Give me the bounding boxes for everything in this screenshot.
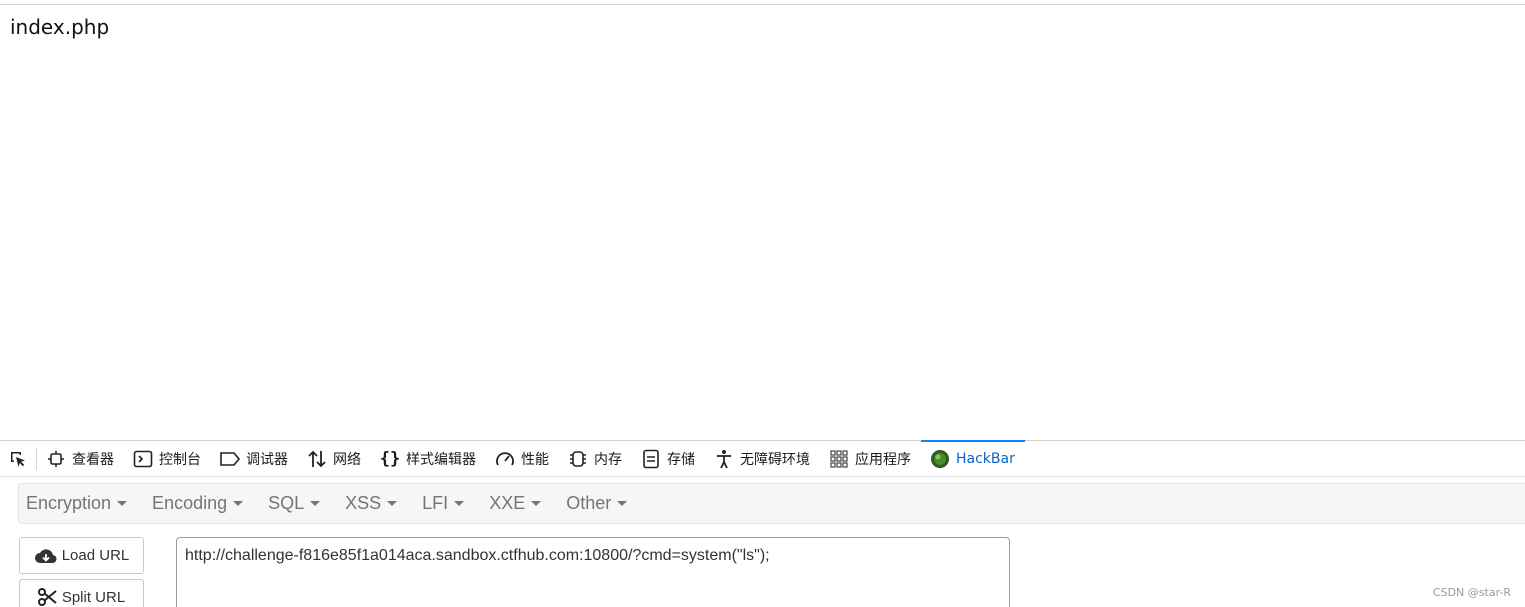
menu-sql[interactable]: SQL (260, 493, 328, 514)
url-textarea[interactable]: http://challenge-f816e85f1a014aca.sandbo… (176, 537, 1010, 607)
inspector-icon (45, 448, 67, 470)
page-viewport: index.php (0, 0, 1525, 440)
menu-encoding[interactable]: Encoding (144, 493, 251, 514)
menu-other[interactable]: Other (558, 493, 635, 514)
menu-label: LFI (422, 493, 449, 513)
page-content-text: index.php (10, 15, 110, 39)
tab-accessibility[interactable]: 无障碍环境 (705, 441, 820, 477)
tab-network[interactable]: 网络 (298, 441, 371, 477)
caret-down-icon (233, 501, 244, 506)
tab-debugger[interactable]: 调试器 (211, 441, 298, 477)
caret-down-icon (454, 501, 465, 506)
hackbar-icon (929, 448, 951, 470)
accessibility-icon (713, 448, 735, 470)
caret-down-icon (117, 501, 128, 506)
memory-icon (567, 448, 589, 470)
caret-down-icon (310, 501, 321, 506)
tab-label: 性能 (521, 451, 549, 468)
tab-label: 存储 (667, 451, 695, 468)
menu-label: XSS (345, 493, 382, 513)
tab-application[interactable]: 应用程序 (820, 441, 921, 477)
devtools-tabbar: 查看器 控制台 调试器 网络 {} 样式编辑器 性能 内存 存储 无障碍环境 应… (0, 439, 1525, 477)
element-picker-icon (8, 449, 28, 469)
tab-label: 应用程序 (855, 451, 911, 468)
application-icon (828, 448, 850, 470)
devtools-panel: 查看器 控制台 调试器 网络 {} 样式编辑器 性能 内存 存储 无障碍环境 应… (0, 439, 1525, 607)
menu-label: XXE (489, 493, 526, 513)
console-icon (132, 448, 154, 470)
menu-label: Encoding (152, 493, 228, 513)
tab-label: HackBar (956, 450, 1015, 467)
hackbar-menu: Encryption Encoding SQL XSS LFI XXE Othe… (18, 483, 1525, 524)
tab-label: 样式编辑器 (406, 451, 476, 468)
cloud-download-icon (34, 547, 58, 565)
style-editor-icon: {} (379, 448, 401, 469)
performance-icon (494, 448, 516, 470)
tab-label: 查看器 (72, 451, 114, 468)
tab-label: 调试器 (246, 451, 288, 468)
tab-hackbar[interactable]: HackBar (921, 439, 1025, 477)
menu-xxe[interactable]: XXE (481, 493, 549, 514)
tab-label: 网络 (333, 451, 361, 468)
debugger-icon (219, 448, 241, 470)
menu-encryption[interactable]: Encryption (19, 493, 135, 514)
network-icon (306, 448, 328, 470)
tab-performance[interactable]: 性能 (486, 441, 559, 477)
storage-icon (640, 448, 662, 470)
tab-label: 控制台 (159, 451, 201, 468)
watermark-text: CSDN @star-R (1432, 586, 1511, 599)
caret-down-icon (387, 501, 398, 506)
menu-label: Other (566, 493, 612, 513)
tab-inspector[interactable]: 查看器 (37, 441, 124, 477)
tab-label: 内存 (594, 451, 622, 468)
element-picker-button[interactable] (0, 447, 37, 470)
menu-label: SQL (268, 493, 305, 513)
caret-down-icon (617, 501, 628, 506)
menu-xss[interactable]: XSS (337, 493, 405, 514)
caret-down-icon (531, 501, 542, 506)
tab-style-editor[interactable]: {} 样式编辑器 (371, 441, 486, 477)
load-url-button[interactable]: Load URL (19, 537, 144, 574)
tab-label: 无障碍环境 (740, 451, 810, 468)
load-url-label: Load URL (61, 547, 130, 564)
page-top-divider (0, 4, 1525, 5)
tab-memory[interactable]: 内存 (559, 441, 632, 477)
split-url-button[interactable]: Split URL (19, 579, 144, 607)
split-url-label: Split URL (61, 588, 126, 606)
menu-lfi[interactable]: LFI (414, 493, 472, 514)
scissors-icon (37, 588, 58, 606)
menu-label: Encryption (26, 493, 112, 513)
tab-console[interactable]: 控制台 (124, 441, 211, 477)
url-text: http://challenge-f816e85f1a014aca.sandbo… (185, 547, 770, 564)
tab-storage[interactable]: 存储 (632, 441, 705, 477)
